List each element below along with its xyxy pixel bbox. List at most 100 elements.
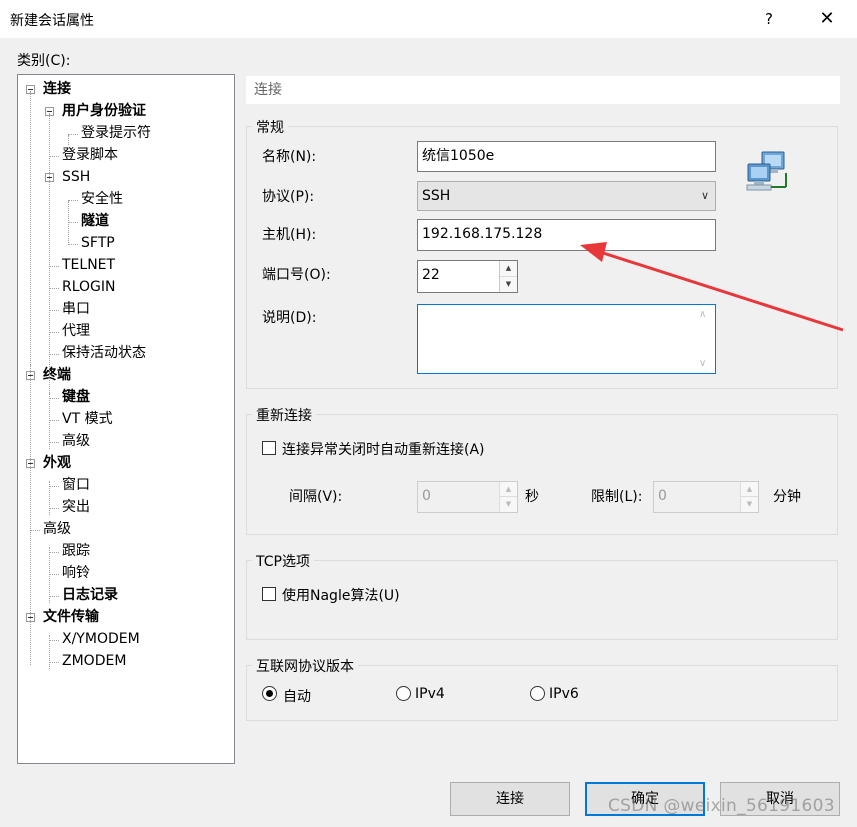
tree-connector [68, 200, 78, 201]
tree-item-25[interactable]: X/YMODEM [62, 629, 140, 649]
limit-value: 0 [658, 488, 667, 504]
ipv4-label[interactable]: IPv4 [415, 686, 445, 702]
tree-item-12[interactable]: 保持活动状态 [62, 343, 146, 363]
tree-connector [49, 552, 59, 553]
tree-item-8[interactable]: TELNET [62, 255, 115, 275]
tree-connector [49, 574, 59, 575]
reconnect-group [246, 414, 838, 535]
interval-value: 0 [422, 488, 431, 504]
scroll-up-icon[interactable]: ∧ [699, 309, 706, 320]
tree-item-2[interactable]: 登录提示符 [81, 123, 151, 143]
tree-item-22[interactable]: 响铃 [62, 563, 90, 583]
tree-item-18[interactable]: 窗口 [62, 475, 90, 495]
tree-item-10[interactable]: 串口 [62, 299, 90, 319]
spin-up-icon[interactable]: ▲ [500, 482, 517, 497]
tcp-group-title: TCP选项 [252, 551, 314, 571]
limit-input[interactable]: 0 ▲ ▼ [653, 481, 759, 513]
chevron-down-icon: ∨ [700, 189, 709, 202]
tree-item-11[interactable]: 代理 [62, 321, 90, 341]
tree-guide-line [49, 393, 50, 449]
name-input[interactable]: 统信1050e [417, 141, 716, 172]
limit-spinner[interactable]: ▲ ▼ [740, 482, 758, 512]
tree-guide-line [68, 135, 69, 145]
ipv6-label[interactable]: IPv6 [549, 686, 579, 702]
tree-item-13[interactable]: 终端 [43, 365, 71, 385]
spin-down-icon[interactable]: ▼ [741, 497, 758, 512]
tree-connector [49, 640, 59, 641]
category-tree[interactable]: 连接 用户身份验证 登录提示符 登录脚本 SSH 安全性 隧道 SFTP TELNET RLOGI… [17, 74, 235, 764]
category-label: 类别(C): [17, 53, 71, 69]
tree-guide-line [49, 635, 50, 669]
tree-item-26[interactable]: ZMODEM [62, 651, 126, 671]
tree-guide-line [68, 201, 69, 245]
network-computers-icon [744, 150, 792, 194]
auto-reconnect-label[interactable]: 连接异常关闭时自动重新连接(A) [282, 439, 485, 459]
protocol-select[interactable]: SSH ∨ [417, 181, 716, 211]
tree-item-0[interactable]: 连接 [43, 79, 71, 99]
tree-item-1[interactable]: 用户身份验证 [62, 101, 146, 121]
tree-item-15[interactable]: VT 模式 [62, 409, 113, 429]
window-title: 新建会话属性 [10, 13, 94, 29]
port-value: 22 [422, 267, 440, 283]
spin-down-icon[interactable]: ▼ [500, 497, 517, 512]
tree-guide-line [49, 481, 50, 515]
ip-version-group-title: 互联网协议版本 [252, 656, 358, 676]
close-button[interactable]: ✕ [812, 6, 842, 32]
description-scrollbar[interactable]: ∧ ∨ [695, 305, 715, 373]
tree-item-3[interactable]: 登录脚本 [62, 145, 118, 165]
spin-up-icon[interactable]: ▲ [500, 261, 517, 277]
ipv6-radio[interactable] [530, 686, 545, 701]
tree-connector [49, 596, 59, 597]
tree-item-7[interactable]: SFTP [81, 233, 115, 253]
nagle-checkbox[interactable] [262, 587, 276, 601]
port-label: 端口号(O): [262, 267, 331, 283]
tree-item-14[interactable]: 键盘 [62, 387, 90, 407]
interval-unit: 秒 [525, 489, 539, 505]
tree-connector [49, 156, 59, 157]
ip-auto-radio[interactable] [262, 686, 277, 701]
host-input[interactable]: 192.168.175.128 [417, 219, 716, 251]
scroll-down-icon[interactable]: ∨ [699, 358, 706, 369]
port-spinner[interactable]: ▲ ▼ [499, 261, 517, 292]
tree-connector [49, 398, 59, 399]
tree-connector [49, 420, 59, 421]
tree-connector [49, 332, 59, 333]
nagle-label[interactable]: 使用Nagle算法(U) [282, 585, 400, 605]
auto-reconnect-checkbox[interactable] [262, 441, 276, 455]
interval-spinner[interactable]: ▲ ▼ [499, 482, 517, 512]
title-bar: 新建会话属性 ? ✕ [0, 0, 857, 38]
tree-item-24[interactable]: 文件传输 [43, 607, 99, 627]
port-input[interactable]: 22 ▲ ▼ [417, 260, 518, 293]
tree-item-21[interactable]: 跟踪 [62, 541, 90, 561]
tree-guide-line [30, 365, 31, 665]
limit-label: 限制(L): [591, 489, 643, 505]
tree-item-20[interactable]: 高级 [43, 519, 71, 539]
spin-down-icon[interactable]: ▼ [500, 276, 517, 292]
ipv4-radio[interactable] [396, 686, 411, 701]
tree-guide-line [49, 113, 50, 415]
general-group-title: 常规 [252, 117, 288, 137]
tree-connector [30, 530, 40, 531]
tree-item-23[interactable]: 日志记录 [62, 585, 118, 605]
tree-connector [49, 310, 59, 311]
connect-button[interactable]: 连接 [450, 782, 570, 816]
tree-item-5[interactable]: 安全性 [81, 189, 123, 209]
tree-item-17[interactable]: 外观 [43, 453, 71, 473]
tree-connector [49, 486, 59, 487]
ip-auto-label[interactable]: 自动 [283, 686, 311, 706]
tree-item-19[interactable]: 突出 [62, 497, 90, 517]
tree-item-16[interactable]: 高级 [62, 431, 90, 451]
protocol-value: SSH [422, 188, 451, 204]
tree-connector [68, 134, 78, 135]
tree-item-9[interactable]: RLOGIN [62, 277, 116, 297]
interval-input[interactable]: 0 ▲ ▼ [417, 481, 518, 513]
tree-item-6[interactable]: 隧道 [81, 211, 109, 231]
host-label: 主机(H): [262, 227, 317, 243]
spin-up-icon[interactable]: ▲ [741, 482, 758, 497]
tree-item-4[interactable]: SSH [62, 167, 90, 187]
help-button[interactable]: ? [755, 6, 783, 32]
panel-header: 连接 [246, 76, 840, 104]
csdn-watermark: CSDN @weixin_56191603 [608, 796, 835, 816]
description-input[interactable]: ∧ ∨ [417, 304, 716, 374]
protocol-label: 协议(P): [262, 189, 315, 205]
